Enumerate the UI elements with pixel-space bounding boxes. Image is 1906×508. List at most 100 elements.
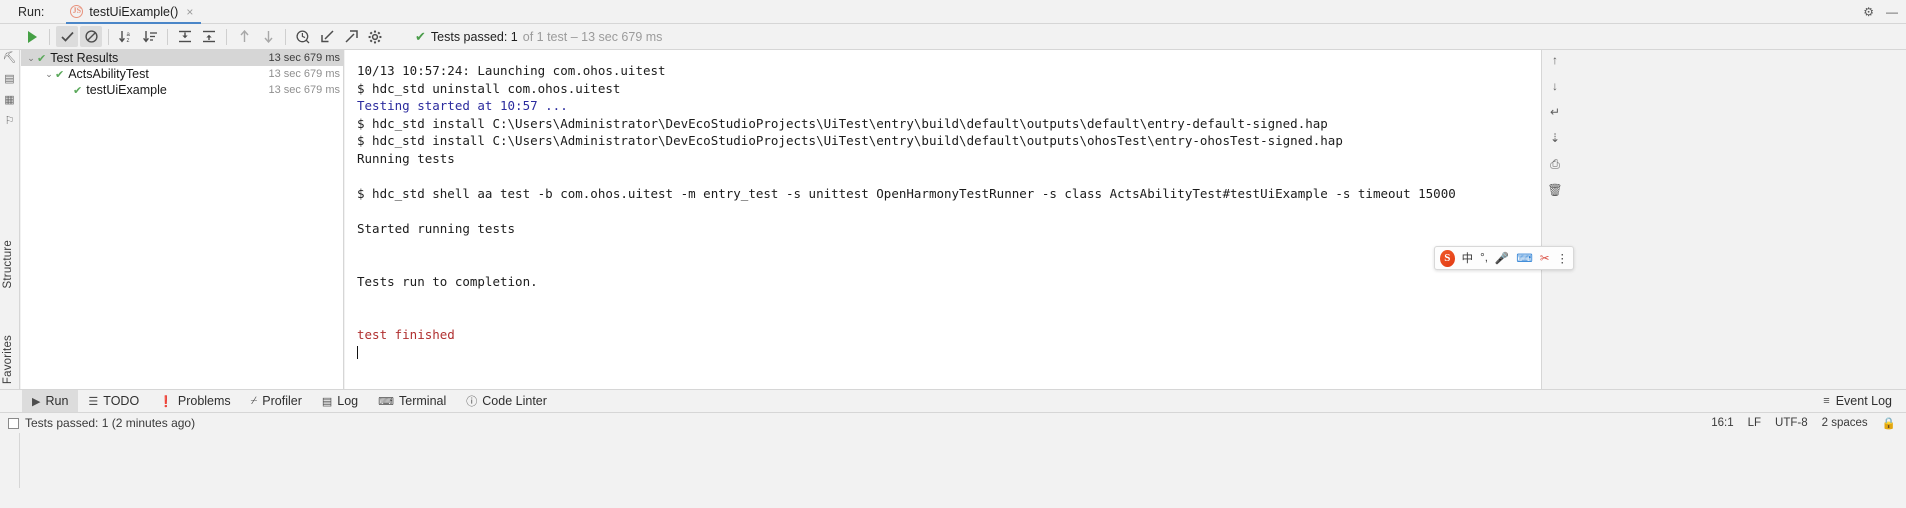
terminal-icon: ⌨	[378, 395, 394, 408]
gauge-icon: ⌿	[251, 395, 258, 408]
export-test-results-button[interactable]	[340, 26, 362, 47]
tree-item-acts-ability-test[interactable]: ⌄ ✔ ActsAbilityTest 13 sec 679 ms	[21, 66, 343, 82]
scroll-to-end-icon[interactable]: ⇣	[1550, 132, 1560, 145]
ime-keyboard-icon[interactable]: ⌨	[1516, 251, 1533, 265]
ime-more-icon[interactable]: ⋮	[1557, 251, 1569, 265]
console-line: Testing started at 10:57 ...	[357, 97, 1541, 115]
event-log-label: Event Log	[1836, 394, 1892, 408]
bottom-tool-window-bar: ▶ Run ☰ TODO ❗ Problems ⌿ Profiler ▤ Log…	[0, 389, 1906, 413]
bottom-tab-problems[interactable]: ❗ Problems	[149, 390, 241, 412]
sidebar-item-structure[interactable]: Structure	[2, 240, 14, 288]
clear-all-icon[interactable]: 🗑	[1547, 184, 1562, 197]
import-test-results-button[interactable]	[316, 26, 338, 47]
test-run-tab-label: testUiExample()	[89, 5, 178, 19]
console-line: Started running tests	[357, 220, 1541, 238]
console-line	[357, 308, 1541, 326]
status-bar-right: 16:1 LF UTF-8 2 spaces 🔒	[1711, 416, 1896, 430]
tree-item-label: testUiExample	[86, 83, 268, 97]
play-icon: ▶	[32, 395, 40, 408]
pin-icon[interactable]: ⚐	[5, 115, 15, 127]
grid-icon[interactable]: ▦	[4, 94, 14, 106]
indent-size[interactable]: 2 spaces	[1822, 417, 1868, 429]
tests-passed-label: Tests passed: 1	[431, 30, 518, 44]
structure-panel-icon[interactable]: ▤	[4, 73, 14, 85]
gear-icon[interactable]: ⚙	[1863, 5, 1874, 19]
file-encoding[interactable]: UTF-8	[1775, 417, 1808, 429]
console-line	[357, 203, 1541, 221]
deveco-studio-run-window: Run: JS testUiExample() × ⚙ — az	[0, 0, 1906, 508]
soft-wrap-icon[interactable]: ↵	[1550, 106, 1560, 119]
log-icon: ▤	[322, 395, 332, 408]
show-ignored-tests-button[interactable]	[80, 26, 102, 47]
sort-by-duration-button[interactable]	[139, 26, 161, 47]
bottom-tab-profiler[interactable]: ⌿ Profiler	[241, 390, 312, 412]
test-status-line: ✔ Tests passed: 1 of 1 test – 13 sec 679…	[415, 29, 662, 45]
console-line: 10/13 10:57:24: Launching com.ohos.uites…	[357, 62, 1541, 80]
toolbar-separator	[167, 29, 168, 45]
run-tool-window-header: Run: JS testUiExample() × ⚙ —	[0, 0, 1906, 24]
test-results-tree: ⌄ ✔ Test Results 13 sec 679 ms ⌄ ✔ ActsA…	[21, 50, 344, 389]
bottom-tab-run[interactable]: ▶ Run	[22, 390, 78, 412]
warning-icon: ❗	[159, 395, 173, 408]
bottom-tab-label: Log	[337, 394, 358, 408]
tree-item-test-ui-example[interactable]: ✔ testUiExample 13 sec 679 ms	[21, 82, 343, 98]
scroll-up-icon[interactable]: ↑	[1552, 54, 1558, 67]
left-rail-icons: ⛏ ▤ ▦ ⚐	[0, 50, 19, 127]
next-failed-test-button[interactable]	[257, 26, 279, 47]
ime-punctuation-toggle[interactable]: °,	[1480, 252, 1488, 264]
status-indicator-icon	[8, 418, 19, 429]
print-icon[interactable]: ⎙	[1550, 158, 1560, 171]
console-line	[357, 291, 1541, 309]
scroll-down-icon[interactable]: ↓	[1552, 80, 1558, 93]
event-log-icon: ≡	[1823, 395, 1829, 407]
chevron-down-icon[interactable]: ⌄	[25, 53, 37, 64]
bottom-tab-label: Code Linter	[482, 394, 547, 408]
tree-item-test-results[interactable]: ⌄ ✔ Test Results 13 sec 679 ms	[21, 50, 343, 66]
bottom-tab-log[interactable]: ▤ Log	[312, 390, 368, 412]
console-lines: 10/13 10:57:24: Launching com.ohos.uites…	[345, 50, 1541, 361]
bottom-tab-todo[interactable]: ☰ TODO	[78, 390, 149, 412]
chevron-down-icon[interactable]: ⌄	[43, 69, 55, 80]
console-line: $ hdc_std uninstall com.ohos.uitest	[357, 80, 1541, 98]
sort-alphabetically-button[interactable]: az	[115, 26, 137, 47]
lock-icon[interactable]: 🔒	[1882, 416, 1896, 430]
minimize-icon[interactable]: —	[1886, 5, 1898, 19]
ime-language-toggle[interactable]: 中	[1462, 250, 1474, 266]
bottom-tab-code-linter[interactable]: ⓘ Code Linter	[456, 390, 557, 412]
status-bar: Tests passed: 1 (2 minutes ago) 16:1 LF …	[0, 413, 1906, 433]
close-icon[interactable]: ×	[184, 5, 193, 19]
test-console-output[interactable]: 10/13 10:57:24: Launching com.ohos.uites…	[345, 50, 1541, 389]
bottom-tab-label: Terminal	[399, 394, 446, 408]
previous-failed-test-button[interactable]	[233, 26, 255, 47]
outer-right-area	[1568, 50, 1906, 389]
console-line	[357, 238, 1541, 256]
rerun-tests-button[interactable]	[21, 26, 43, 47]
expand-all-button[interactable]	[174, 26, 196, 47]
event-log-button[interactable]: ≡ Event Log	[1823, 394, 1892, 408]
tests-passed-detail: of 1 test – 13 sec 679 ms	[523, 30, 663, 44]
line-separator[interactable]: LF	[1748, 417, 1761, 429]
tree-item-label: Test Results	[50, 51, 268, 65]
console-side-toolbar: ↑ ↓ ↵ ⇣ ⎙ 🗑	[1541, 50, 1568, 389]
ime-toolbox-icon[interactable]: ✂	[1540, 251, 1550, 265]
test-settings-button[interactable]	[364, 26, 386, 47]
build-variants-icon[interactable]: ⛏	[3, 52, 17, 64]
ime-floating-toolbar[interactable]: S 中 °, 🎤 ⌨ ✂ ⋮	[1434, 246, 1574, 270]
run-label: Run:	[18, 5, 44, 19]
list-icon: ☰	[88, 395, 98, 408]
magnifier-icon: ⓘ	[466, 393, 477, 409]
collapse-all-button[interactable]	[198, 26, 220, 47]
toolbar-separator	[285, 29, 286, 45]
tree-item-duration: 13 sec 679 ms	[268, 52, 343, 64]
caret-position[interactable]: 16:1	[1711, 417, 1733, 429]
bottom-tab-label: TODO	[103, 394, 139, 408]
sidebar-item-favorites[interactable]: Favorites	[2, 335, 14, 384]
test-history-button[interactable]	[292, 26, 314, 47]
status-check-icon: ✔	[415, 29, 426, 45]
test-run-tab[interactable]: JS testUiExample() ×	[66, 0, 201, 24]
bottom-tab-terminal[interactable]: ⌨ Terminal	[368, 390, 456, 412]
console-line: Tests run to completion.	[357, 273, 1541, 291]
show-passed-tests-button[interactable]	[56, 26, 78, 47]
pass-check-icon: ✔	[55, 68, 64, 81]
ime-voice-input-icon[interactable]: 🎤	[1495, 251, 1509, 265]
